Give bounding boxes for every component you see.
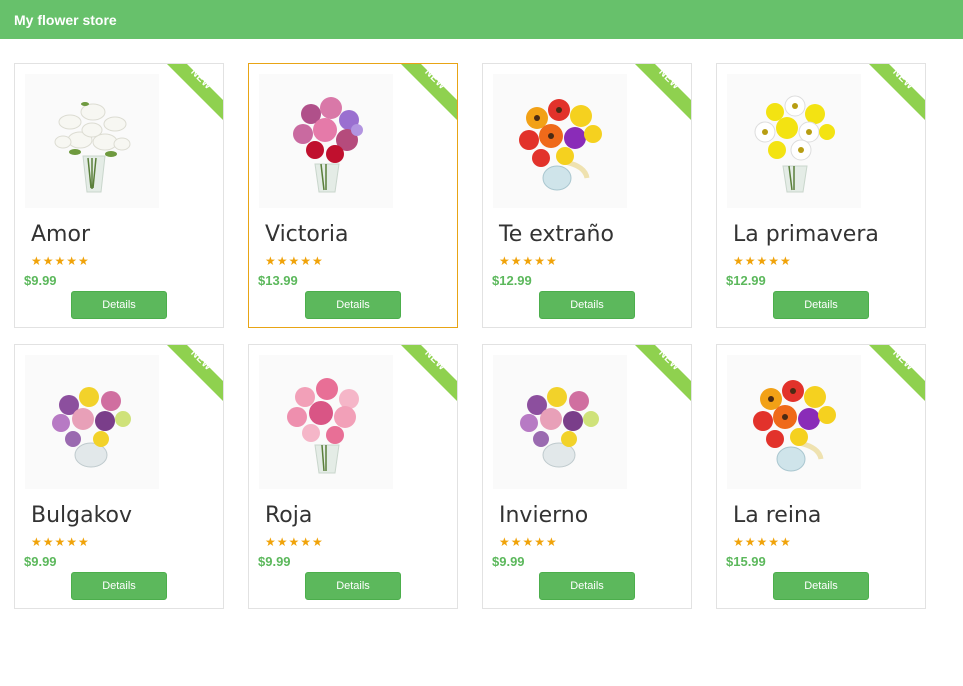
star-rating: ★★★★★ [31,535,90,549]
star-rating: ★★★★★ [31,254,90,268]
new-ribbon: NEW [869,345,925,401]
product-name: La reina [733,503,822,528]
product-card[interactable]: NEW Invierno ★★★★★ $9.99 Details [482,344,692,609]
details-button[interactable]: Details [539,572,635,600]
product-name: Roja [265,503,313,528]
product-price: $9.99 [24,273,57,288]
star-rating: ★★★★★ [733,535,792,549]
product-name: Victoria [265,222,349,247]
product-image-mixed-purple [25,355,159,489]
product-image-gerbera [727,355,861,489]
new-ribbon: NEW [635,64,691,120]
product-card[interactable]: NEW La reina ★★★★★ $15.99 Details [716,344,926,609]
star-rating: ★★★★★ [499,254,558,268]
product-card[interactable]: NEW Bulgakov ★★★★★ $9.99 Details [14,344,224,609]
new-ribbon: NEW [635,345,691,401]
app-title: My flower store [14,11,117,28]
header-bar: My flower store [0,0,963,39]
product-image-pink-lily [259,355,393,489]
star-rating: ★★★★★ [265,254,324,268]
star-rating: ★★★★★ [499,535,558,549]
details-button[interactable]: Details [305,572,401,600]
star-rating: ★★★★★ [733,254,792,268]
product-name: La primavera [733,222,879,247]
new-ribbon: NEW [869,64,925,120]
product-image-mixed-purple [493,355,627,489]
details-button[interactable]: Details [773,291,869,319]
new-ribbon: NEW [401,345,457,401]
product-price: $9.99 [492,554,525,569]
details-button[interactable]: Details [539,291,635,319]
product-card[interactable]: NEW Victoria ★★★★★ $13.99 Details [248,63,458,328]
details-button[interactable]: Details [71,291,167,319]
details-button[interactable]: Details [773,572,869,600]
star-rating: ★★★★★ [265,535,324,549]
new-ribbon: NEW [167,64,223,120]
product-image-pink-purple [259,74,393,208]
product-card[interactable]: NEW La primavera ★★★★★ $12.99 Details [716,63,926,328]
product-name: Te extraño [499,222,614,247]
product-price: $12.99 [726,273,766,288]
new-ribbon: NEW [167,345,223,401]
product-image-white-lily [25,74,159,208]
product-card[interactable]: NEW Amor ★★★★★ $9.99 Details [14,63,224,328]
product-price: $9.99 [258,554,291,569]
details-button[interactable]: Details [305,291,401,319]
product-price: $9.99 [24,554,57,569]
product-card[interactable]: NEW Roja ★★★★★ $9.99 Details [248,344,458,609]
product-name: Invierno [499,503,589,528]
new-ribbon: NEW [401,64,457,120]
product-price: $15.99 [726,554,766,569]
product-image-yellow-daisy [727,74,861,208]
product-price: $12.99 [492,273,532,288]
product-card[interactable]: NEW Te extraño ★★★★★ $12.99 Details [482,63,692,328]
product-name: Amor [31,222,90,247]
product-image-gerbera [493,74,627,208]
details-button[interactable]: Details [71,572,167,600]
product-name: Bulgakov [31,503,133,528]
product-price: $13.99 [258,273,298,288]
